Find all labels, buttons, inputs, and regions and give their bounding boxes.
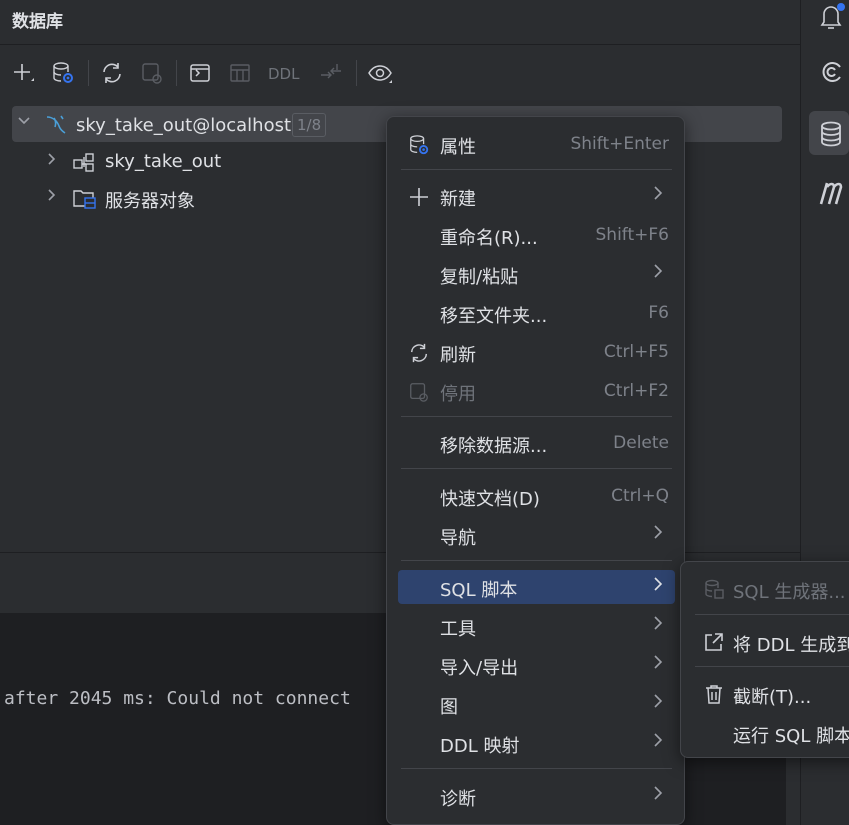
chevron-right-icon [653, 185, 663, 205]
menu-separator [401, 468, 672, 469]
menu-separator [695, 614, 849, 615]
chevron-down-icon[interactable] [17, 114, 31, 132]
menu-item-tools[interactable]: 工具 [398, 609, 675, 643]
database-icon [818, 120, 844, 153]
console-icon[interactable] [187, 60, 213, 86]
toolbar-separator [88, 60, 89, 86]
maven-icon[interactable] [816, 174, 849, 213]
menu-separator [695, 666, 849, 667]
tree-item-server-objects[interactable]: 服务器对象 [105, 187, 195, 213]
menu-item-sql-scripts[interactable]: SQL 脚本 [398, 570, 675, 604]
menu-item-properties[interactable]: 属性 Shift+Enter [398, 127, 675, 161]
data-source-properties-icon[interactable] [50, 60, 76, 86]
ddl-button[interactable]: DDL [268, 65, 299, 83]
submenu-item-run-sql-script[interactable]: 运行 SQL 脚本 [695, 716, 849, 750]
eye-icon[interactable] [367, 60, 393, 86]
menu-item-deactivate: 停用 Ctrl+F2 [398, 374, 675, 408]
sql-scripts-submenu: SQL 生成器... 将 DDL 生成到 截断(T)... 运行 SQL 脚本 [680, 561, 849, 758]
schema-icon [72, 150, 96, 179]
menu-item-move-to-folder[interactable]: 移至文件夹... F6 [398, 296, 675, 330]
menu-separator [401, 768, 672, 769]
datasource-label: sky_take_out@localhost [76, 115, 292, 136]
chevron-right-icon [653, 732, 663, 752]
chevron-right-icon [653, 615, 663, 635]
add-icon[interactable] [10, 60, 36, 86]
disconnect-icon [408, 381, 430, 403]
chevron-right-icon [653, 524, 663, 544]
chevron-right-icon [653, 693, 663, 713]
menu-item-new[interactable]: 新建 [398, 179, 675, 213]
notifications-icon[interactable] [818, 2, 846, 37]
menu-item-remove-datasource[interactable]: 移除数据源... Delete [398, 426, 675, 460]
toolbar-separator [176, 60, 177, 86]
disconnect-icon[interactable] [139, 60, 165, 86]
chevron-right-icon [653, 654, 663, 674]
plus-icon [408, 186, 430, 208]
menu-item-ddl-mapping[interactable]: DDL 映射 [398, 726, 675, 760]
chevron-right-icon[interactable] [45, 152, 59, 170]
external-link-icon [703, 631, 725, 653]
mysql-icon [44, 113, 68, 142]
database-settings-icon [408, 134, 430, 156]
table-icon[interactable] [227, 60, 253, 86]
panel-header-divider [0, 44, 800, 45]
toolbar-separator [356, 60, 357, 86]
submenu-item-generate-ddl[interactable]: 将 DDL 生成到 [695, 625, 849, 659]
chevron-right-icon [653, 263, 663, 283]
refresh-icon [408, 342, 430, 364]
trash-icon [703, 683, 725, 705]
submenu-item-sql-generator: SQL 生成器... [695, 572, 849, 606]
submenu-item-truncate[interactable]: 截断(T)... [695, 677, 849, 711]
ai-assistant-icon[interactable] [818, 58, 846, 91]
chevron-right-icon [653, 785, 663, 805]
tree-item-schema[interactable]: sky_take_out [105, 151, 221, 172]
panel-title: 数据库 [12, 12, 63, 32]
compare-icon[interactable] [318, 60, 344, 86]
menu-item-diagram[interactable]: 图 [398, 687, 675, 721]
refresh-icon[interactable] [99, 60, 125, 86]
menu-separator [401, 169, 672, 170]
menu-separator [401, 560, 672, 561]
chevron-right-icon [653, 576, 663, 596]
server-folder-icon [72, 186, 98, 215]
menu-item-copy-paste[interactable]: 复制/粘贴 [398, 257, 675, 291]
chevron-right-icon[interactable] [45, 188, 59, 206]
context-menu: 属性 Shift+Enter 新建 重命名(R)... Shift+F6 复制/… [386, 116, 685, 825]
menu-item-navigate[interactable]: 导航 [398, 518, 675, 552]
menu-separator [401, 416, 672, 417]
menu-item-import-export[interactable]: 导入/导出 [398, 648, 675, 682]
schema-count-badge: 1/8 [292, 113, 327, 137]
menu-item-quick-doc[interactable]: 快速文档(D) Ctrl+Q [398, 479, 675, 513]
menu-item-rename[interactable]: 重命名(R)... Shift+F6 [398, 218, 675, 252]
menu-item-diagnostics[interactable]: 诊断 [398, 779, 675, 813]
console-line: after 2045 ms: Could not connect [4, 688, 351, 709]
menu-item-refresh[interactable]: 刷新 Ctrl+F5 [398, 335, 675, 369]
sql-generator-icon [703, 578, 725, 600]
